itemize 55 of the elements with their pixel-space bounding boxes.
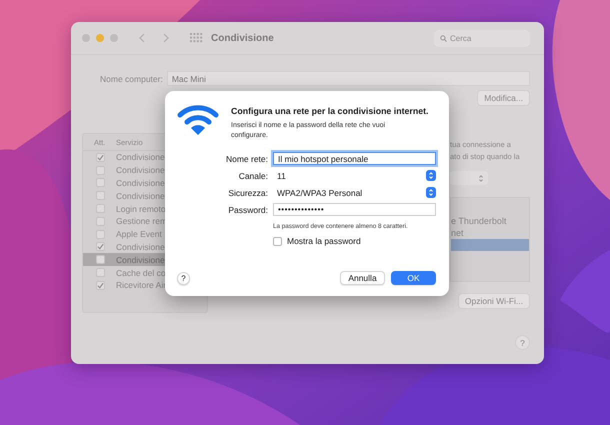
popup-button[interactable]: WPA2/WPA3 Personal [273, 186, 436, 199]
service-name: Cache del co [116, 268, 166, 278]
checkbox[interactable] [96, 204, 105, 214]
checkbox[interactable] [273, 236, 282, 246]
service-name: Apple Event [116, 229, 162, 240]
checkbox[interactable] [96, 280, 105, 290]
window-title: Condivisione [211, 32, 274, 44]
field-label: Nome rete: [224, 154, 268, 164]
service-name: Condivisione [116, 178, 165, 188]
interface-row[interactable]: net [451, 227, 529, 239]
service-name: Ricevitore Air [116, 280, 166, 290]
checkbox[interactable] [96, 191, 105, 200]
service-name: Condivisione [116, 165, 165, 176]
checkbox[interactable] [96, 255, 105, 264]
search-field[interactable]: Cerca [434, 30, 530, 46]
ok-button[interactable]: OK [391, 271, 436, 285]
input-field[interactable]: Il mio hotspot personale [273, 152, 436, 165]
forward-icon[interactable] [162, 33, 170, 43]
checkbox[interactable] [96, 230, 105, 239]
grid-icon[interactable] [190, 33, 203, 43]
checkbox[interactable] [96, 242, 105, 252]
password-field[interactable]: •••••••••••••• [273, 203, 436, 216]
zoom-icon[interactable] [110, 34, 118, 42]
search-icon [440, 34, 447, 42]
field-label: Password: [227, 204, 268, 214]
popup-button[interactable]: 11 [273, 169, 436, 182]
help-button[interactable]: ? [177, 272, 190, 284]
field-label: Nome computer: [100, 74, 163, 84]
service-name: Login remoto [116, 204, 166, 214]
service-name: Condivisione [116, 254, 165, 265]
chevron-icon [478, 174, 484, 182]
popup-button[interactable] [450, 171, 488, 185]
service-name: Condivisione [116, 242, 165, 252]
minimize-icon[interactable] [96, 34, 104, 42]
wifi-icon [177, 104, 219, 136]
dialog-title: Configura una rete per la condivisione internet. [231, 106, 428, 116]
interface-row[interactable] [451, 239, 529, 251]
checkbox-label: Mostra la password [287, 236, 361, 246]
back-icon[interactable] [138, 33, 146, 43]
interface-row[interactable]: e Thunderbolt [451, 215, 529, 227]
checkbox[interactable] [96, 152, 105, 162]
service-name: Condivisione [116, 190, 165, 201]
checkbox[interactable] [96, 166, 105, 175]
close-icon[interactable] [82, 34, 90, 42]
service-name: Condivisione [116, 152, 165, 162]
field-label: Canale: [238, 170, 268, 180]
checkbox[interactable] [96, 268, 105, 278]
field-label: Sicurezza: [227, 188, 268, 198]
computer-name-field[interactable]: Mac Mini [166, 71, 530, 86]
checkbox[interactable] [96, 216, 105, 226]
help-button[interactable]: ? [515, 335, 530, 350]
cancel-button[interactable]: Annulla [340, 271, 385, 285]
checkbox[interactable] [96, 178, 105, 188]
wifi-options-button[interactable]: Opzioni Wi-Fi... [458, 293, 530, 309]
edit-button[interactable]: Modifica... [477, 90, 530, 106]
